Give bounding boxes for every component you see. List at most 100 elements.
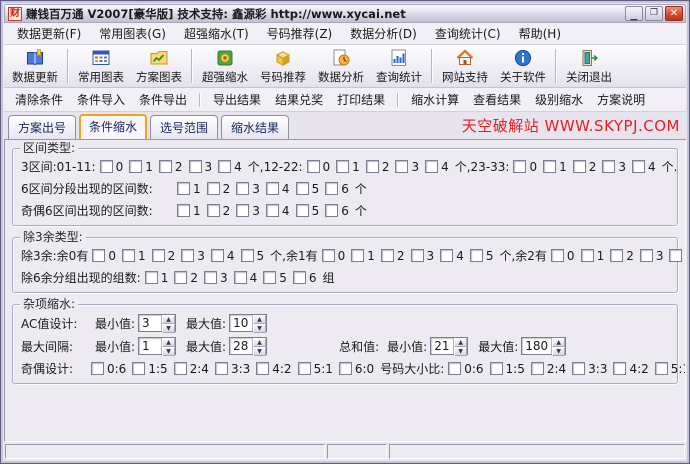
tab-condition-shrink[interactable]: 条件缩水 [79,114,147,139]
checkbox-option[interactable]: 6:0 [339,362,376,376]
checkbox[interactable] [132,362,145,375]
checkbox-option[interactable]: 3 [602,160,628,174]
checkbox-option[interactable]: 3:3 [572,362,609,376]
checkbox-option[interactable]: 5 [296,182,322,196]
checkbox[interactable] [351,249,364,262]
checkbox[interactable] [448,362,461,375]
checkbox[interactable] [236,182,249,195]
toolbar-button-5[interactable]: 号码推荐 [255,46,311,86]
toolbar2-button[interactable]: 条件导入 [71,88,131,111]
menu-item-4[interactable]: 号码推荐(Z) [258,23,342,44]
checkbox[interactable] [129,160,142,173]
maximize-button[interactable]: ❐ [645,6,663,21]
checkbox-option[interactable]: 5:1 [655,362,686,376]
checkbox-option[interactable]: 0 [100,160,126,174]
checkbox-option[interactable]: 1 [351,249,377,263]
checkbox-option[interactable]: 4:2 [256,362,293,376]
spin-up-button[interactable]: ▲ [253,315,266,324]
checkbox[interactable] [640,249,653,262]
toolbar2-button[interactable]: 清除条件 [9,88,69,111]
checkbox[interactable] [91,362,104,375]
tab-shrink-result[interactable]: 缩水结果 [221,115,289,139]
spin-down-button[interactable]: ▼ [253,347,266,356]
menu-item-2[interactable]: 常用图表(G) [90,23,175,44]
checkbox[interactable] [263,271,276,284]
toolbar-button-8[interactable]: 网站支持 [437,46,493,86]
toolbar2-button[interactable]: 缩水计算 [405,88,465,111]
menu-item-5[interactable]: 数据分析(D) [341,23,426,44]
checkbox-option[interactable]: 5:1 [298,362,335,376]
checkbox-option[interactable]: 3 [395,160,421,174]
checkbox-option[interactable]: 4 [211,249,237,263]
checkbox[interactable] [211,249,224,262]
checkbox-option[interactable]: 0 [322,249,348,263]
checkbox[interactable] [234,271,247,284]
value-spinner[interactable]: 21▲▼ [430,337,468,355]
toolbar-button-6[interactable]: 数据分析 [313,46,369,86]
checkbox-option[interactable]: 1 [336,160,362,174]
checkbox[interactable] [204,271,217,284]
toolbar-button-1[interactable]: 数据更新 [7,46,63,86]
checkbox[interactable] [174,362,187,375]
checkbox-option[interactable]: 0 [307,160,333,174]
checkbox-option[interactable]: 5 [263,271,289,285]
spin-up-button[interactable]: ▲ [552,338,565,347]
checkbox[interactable] [669,249,682,262]
checkbox[interactable] [322,249,335,262]
checkbox[interactable] [325,204,338,217]
spin-up-button[interactable]: ▲ [253,338,266,347]
checkbox-option[interactable]: 0:6 [448,362,485,376]
checkbox[interactable] [395,160,408,173]
checkbox[interactable] [470,249,483,262]
checkbox-option[interactable]: 2 [207,182,233,196]
checkbox[interactable] [241,249,254,262]
checkbox-option[interactable]: 4:2 [613,362,650,376]
spin-down-button[interactable]: ▼ [253,324,266,333]
checkbox[interactable] [189,160,202,173]
checkbox[interactable] [531,362,544,375]
checkbox[interactable] [440,249,453,262]
checkbox[interactable] [92,249,105,262]
menu-item-1[interactable]: 数据更新(F) [8,23,90,44]
checkbox[interactable] [293,271,306,284]
checkbox[interactable] [296,204,309,217]
checkbox[interactable] [381,249,394,262]
checkbox-option[interactable]: 5 [470,249,496,263]
checkbox-option[interactable]: 2 [159,160,185,174]
spin-up-button[interactable]: ▲ [162,338,175,347]
checkbox-option[interactable]: 1 [581,249,607,263]
checkbox-option[interactable]: 2 [207,204,233,218]
checkbox[interactable] [610,249,623,262]
checkbox[interactable] [307,160,320,173]
checkbox[interactable] [296,182,309,195]
toolbar2-button[interactable]: 打印结果 [331,88,391,111]
toolbar2-button[interactable]: 查看结果 [467,88,527,111]
toolbar-button-10[interactable]: 关闭退出 [561,46,617,86]
checkbox[interactable] [236,204,249,217]
checkbox-option[interactable]: 4 [234,271,260,285]
checkbox[interactable] [266,182,279,195]
value-spinner[interactable]: 3▲▼ [138,314,176,332]
checkbox-option[interactable]: 0 [551,249,577,263]
checkbox[interactable] [655,362,668,375]
checkbox[interactable] [572,362,585,375]
checkbox[interactable] [145,271,158,284]
value-spinner[interactable]: 180▲▼ [521,337,566,355]
checkbox-option[interactable]: 4 [218,160,244,174]
toolbar-button-4[interactable]: 超强缩水 [197,46,253,86]
checkbox-option[interactable]: 2 [381,249,407,263]
toolbar2-button[interactable]: 方案说明 [591,88,651,111]
toolbar-button-2[interactable]: 常用图表 [73,46,129,86]
checkbox[interactable] [411,249,424,262]
checkbox[interactable] [336,160,349,173]
checkbox[interactable] [207,204,220,217]
checkbox-option[interactable]: 5 [241,249,267,263]
checkbox[interactable] [366,160,379,173]
checkbox-option[interactable]: 4 [425,160,451,174]
toolbar-button-7[interactable]: 查询统计 [371,46,427,86]
checkbox-option[interactable]: 1 [177,204,203,218]
checkbox-option[interactable]: 2 [152,249,178,263]
checkbox[interactable] [613,362,626,375]
value-spinner[interactable]: 10▲▼ [229,314,267,332]
checkbox[interactable] [207,182,220,195]
